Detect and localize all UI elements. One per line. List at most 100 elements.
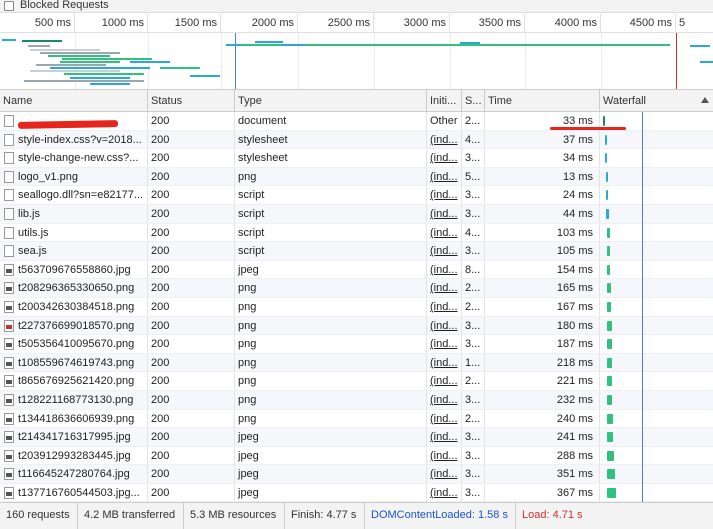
cell-type: jpeg [234,428,426,447]
table-row[interactable]: style-change-new.css?... 200 stylesheet (in… [0,149,713,168]
status-text: 200 [151,412,170,425]
time-text: 24 ms [563,189,593,202]
status-text: 200 [151,152,170,165]
cell-waterfall [599,428,713,447]
timeline-overview[interactable] [0,33,713,90]
waterfall-timing-bar [607,394,612,405]
time-text: 240 ms [556,412,593,425]
cell-initiator[interactable]: (ind... [426,260,461,279]
overview-request-bar [700,61,713,63]
domcontentloaded-time: DOMContentLoaded: 1.58 s [364,503,514,529]
cell-status: 200 [147,446,234,465]
cell-waterfall [599,279,713,298]
overview-request-bar [60,61,120,63]
name-text: t200342630384518.png [18,300,135,313]
cell-time: 167 ms [484,297,599,316]
cell-initiator[interactable]: (ind... [426,446,461,465]
table-row[interactable]: t137716760544503.jpg... 200 jpeg (ind... 3..… [0,483,713,502]
cell-initiator[interactable]: (ind... [426,372,461,391]
table-row[interactable]: t214341716317995.jpg 200 jpeg (ind... 3... 24… [0,428,713,447]
cell-name: t203912993283445.jpg [0,447,147,465]
table-row[interactable]: t563709676558860.jpg 200 jpeg (ind... 8... 15… [0,260,713,280]
cell-initiator[interactable]: (ind... [426,465,461,484]
time-text: 34 ms [563,152,593,165]
column-header-status[interactable]: Status [147,90,234,112]
cell-initiator[interactable]: (ind... [426,409,461,428]
cell-initiator[interactable]: (ind... [426,149,461,168]
table-row[interactable]: t108559674619743.png 200 png (ind... 1... 218… [0,353,713,373]
overview-gridline [525,33,526,89]
table-row[interactable]: sea.js 200 script (ind... 3... 105 ms [0,242,713,261]
cell-initiator[interactable]: (ind... [426,186,461,205]
cell-initiator[interactable]: (ind... [426,204,461,223]
initiator-text: (ind... [430,412,458,425]
table-row[interactable]: utils.js 200 script (ind... 4... 103 ms [0,223,713,243]
cell-type: png [234,316,426,335]
table-row[interactable]: t128221168773130.png 200 png (ind... 3... 232… [0,390,713,410]
cell-initiator[interactable]: (ind... [426,483,461,502]
cell-initiator[interactable]: (ind... [426,390,461,409]
table-row[interactable]: t200342630384518.png 200 png (ind... 2... 167… [0,297,713,317]
table-row[interactable]: t134418636606939.png 200 png (ind... 2... 240… [0,409,713,429]
waterfall-timing-bar [607,413,613,424]
cell-type: stylesheet [234,149,426,168]
cell-initiator[interactable]: (ind... [426,130,461,149]
initiator-text: (ind... [430,338,458,351]
cell-status: 200 [147,223,234,242]
blocked-requests-checkbox[interactable] [4,1,14,11]
cell-time: 103 ms [484,223,599,242]
status-text: 200 [151,189,170,202]
size-text: 3... [465,245,481,258]
cell-initiator[interactable]: (ind... [426,316,461,335]
table-row[interactable]: logo_v1.png 200 png (ind... 5... 13 ms [0,167,713,187]
cell-initiator[interactable]: (ind... [426,167,461,186]
cell-initiator[interactable]: (ind... [426,297,461,316]
cell-waterfall [599,297,713,316]
initiator-text: (ind... [430,207,458,220]
cell-waterfall [599,353,713,372]
time-text: 103 ms [556,226,593,239]
status-text: 200 [151,449,170,462]
column-header-time[interactable]: Time [484,90,599,112]
status-text: 200 [151,375,170,388]
finish-time: Finish: 4.77 s [284,503,362,529]
column-header-initiator[interactable]: Initi... [426,90,461,112]
timeline-ruler[interactable]: 500 ms 1000 ms 1500 ms 2000 ms 2500 ms 3000 m… [0,14,713,33]
cell-initiator[interactable]: (ind... [426,242,461,261]
cell-waterfall [599,483,713,502]
table-row[interactable]: t208296365330650.png 200 png (ind... 2... 165… [0,279,713,298]
table-row[interactable]: t865676925621420.png 200 png (ind... 2... 221… [0,372,713,391]
cell-initiator[interactable]: (ind... [426,353,461,372]
cell-size: 3... [461,390,484,409]
type-text: jpeg [238,468,259,481]
overview-request-bar [64,73,144,75]
cell-initiator[interactable]: (ind... [426,335,461,354]
column-header-waterfall[interactable]: Waterfall [599,90,713,112]
cell-name: t134418636606939.png [0,410,147,428]
cell-initiator[interactable]: (ind... [426,279,461,298]
table-row[interactable]: t227376699018570.png 200 png (ind... 3... 180… [0,316,713,336]
table-row[interactable]: t505356410095670.png 200 png (ind... 3... 187… [0,335,713,354]
image-icon [4,431,14,444]
column-header-name[interactable]: Name [0,90,147,112]
column-header-type[interactable]: Type [234,90,426,112]
table-row[interactable]: t116645247280764.jpg 200 jpeg (ind... 3... 35… [0,465,713,484]
cell-waterfall [599,390,713,409]
name-text: lib.js [18,207,41,220]
table-row[interactable]: lib.js 200 script (ind... 3... 44 ms [0,204,713,224]
table-row[interactable]: t203912993283445.jpg 200 jpeg (ind... 3... 28… [0,446,713,466]
cell-time: 24 ms [484,186,599,205]
cell-initiator[interactable]: (ind... [426,223,461,242]
waterfall-label: Waterfall [603,95,646,107]
type-text: png [238,319,257,332]
cell-type: script [234,223,426,242]
cell-size: 3... [461,465,484,484]
table-row[interactable]: style-index.css?v=2018... 200 stylesheet (i… [0,130,713,150]
cell-type: document [234,112,426,130]
ruler-tick-label: 5 [679,17,686,29]
cell-type: png [234,353,426,372]
ruler-tick-label: 500 ms [0,14,75,33]
table-row[interactable]: seallogo.dll?sn=e82177... 200 script (ind..… [0,186,713,205]
cell-initiator[interactable]: (ind... [426,428,461,447]
column-header-size[interactable]: S... [461,90,484,112]
